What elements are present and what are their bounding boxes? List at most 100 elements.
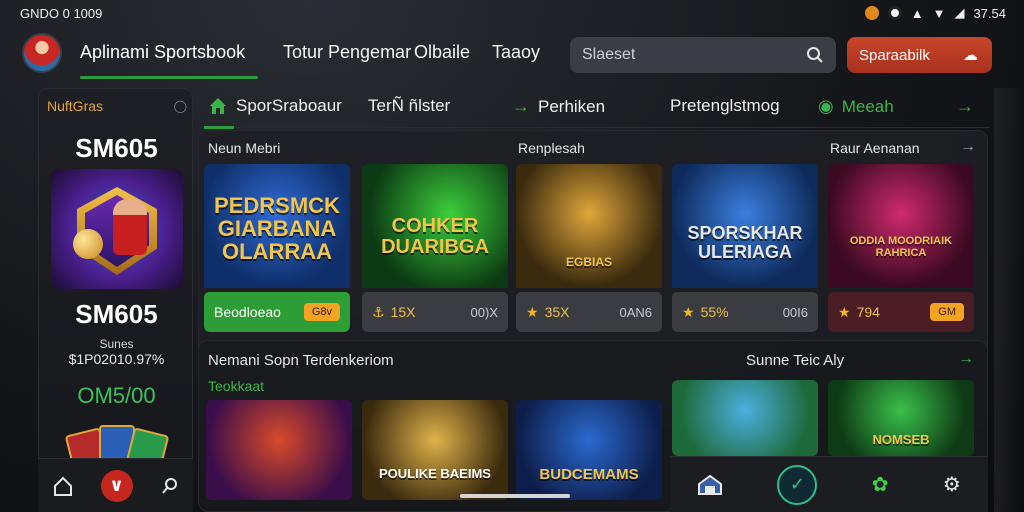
promo-button-label: Sparaabilk [859,46,930,64]
tab-pretenglstmog[interactable]: Pretenglstmog [670,96,780,116]
tab-meeah[interactable]: ◉ Meeah [818,96,894,117]
favorite-button[interactable]: ∨ [100,469,133,502]
tab-perhiken[interactable]: → Perhiken [512,96,605,117]
search-icon[interactable] [806,46,824,64]
status-time: 37.54 [973,5,1006,21]
search-box [570,37,836,73]
tab-bar: SporSraboaur TerÑ ñlster → Perhiken Pret… [198,88,990,129]
top-nav-bar: Aplinami Sportsbook Totur Pengemar Olbai… [0,28,1024,82]
tab-label: Perhiken [538,96,606,116]
game-card-title: NOMSEB [872,432,930,447]
game-card[interactable]: NOMSEB [828,380,974,456]
game-card-pct: 00I6 [782,304,808,320]
status-icons: ▲ ▼ ◢ 37.54 [864,5,1006,21]
tab-label: Pretenglstmog [670,96,780,115]
secondary-nav: ✓ ✿ ⚙ [670,456,988,512]
game-card-pct: 0AN6 [619,304,652,320]
game-card-footer: ★ 35X 0AN6 [516,292,662,332]
toggle-icon[interactable]: ◯ [174,99,187,113]
tab-filter[interactable]: TerÑ ñlster [368,96,450,116]
tab-active-indicator [204,126,234,129]
tab-label: Meeah [841,96,894,116]
game-card[interactable]: EGBIAS ★ 35X 0AN6 [516,164,662,332]
sidebar-hero-image[interactable] [51,169,183,289]
cloud-icon: ☁ [963,47,978,64]
game-card-title: COHKER DUARIBGA [381,215,489,258]
game-card[interactable]: PEDRSMCK GIARBANA OLARRAA Beodloeao G8v [204,164,350,332]
arrow-right-icon[interactable]: → [960,138,976,156]
game-card-pct: 00)X [470,304,498,320]
section-title: Nemani Sopn Terdenkeriom [208,352,394,369]
stadium-icon[interactable] [697,474,723,496]
verified-icon[interactable]: ✓ [777,464,818,505]
section-title: Sunne Teic Aly [746,352,845,369]
game-card-title: ODDIA MOODRIAIK RAHRICA [849,235,953,259]
nav-item-3[interactable]: Taaoy [492,42,540,63]
star-icon: ★ [682,303,695,320]
sidebar-amount: $1P02010.97% [68,351,165,367]
game-card-footer: ★ 794 GM [828,292,974,332]
arrow-right-icon[interactable]: → [958,350,974,368]
game-card-rate: ★ 794 [838,303,880,321]
nav-item-2[interactable]: Olbaile [414,42,470,63]
game-card[interactable] [206,400,352,500]
game-card-footer: ⚓ 15X 00)X [362,292,508,332]
tab-label: SporSraboaur [236,96,342,115]
game-card-title: BUDCEMAMS [539,466,639,483]
promo-button[interactable]: Sparaabilk ☁ [847,37,992,73]
home-icon [210,98,226,114]
gear-icon[interactable]: ⚙ [943,472,961,497]
game-card-title: SPORSKHAR ULERIAGA [687,223,803,262]
game-card[interactable]: BUDCEMAMS [516,400,662,500]
sidebar: NuftGras ◯ SM605 SM605 Sunes $1P02010.97… [38,88,193,512]
game-card-art [516,164,662,288]
game-card[interactable]: ODDIA MOODRIAIK RAHRICA ★ 794 GM [828,164,974,332]
search-icon[interactable] [160,476,180,496]
game-card-footer: ★ 55% 00I6 [672,292,818,332]
game-card-footer: Beodloeao G8v [204,292,350,332]
game-card-art [828,164,974,288]
arrow-right-icon[interactable]: → [956,96,974,117]
avatar[interactable] [22,33,62,73]
camera-icon [887,6,902,20]
game-card-rate: ★ 35X [526,303,570,321]
game-card-title: POULIKE BAEIMS [379,466,491,481]
game-card-pill[interactable]: G8v [303,303,340,321]
sidebar-header-label: NuftGras [47,98,104,114]
shield-icon: ▲ [910,5,924,21]
section-title: Neun Mebri [208,140,281,156]
search-input[interactable] [582,46,782,64]
game-card[interactable] [672,380,818,456]
arrow-right-icon: → [512,96,530,116]
home-icon[interactable] [52,475,74,497]
chevron-down-icon: ∨ [109,475,124,495]
game-card-pill[interactable]: GM [930,303,964,321]
nav-item-1[interactable]: Totur Pengemar [283,42,411,63]
nav-active-indicator [80,76,258,79]
sidebar-header[interactable]: NuftGras ◯ [47,98,187,114]
game-card[interactable]: POULIKE BAEIMS [362,400,508,500]
tab-sportsbook[interactable]: SporSraboaur [208,96,342,116]
sidebar-title: SM605 [75,133,158,163]
home-indicator[interactable] [460,494,570,498]
nav-brand[interactable]: Aplinami Sportsbook [80,42,245,63]
game-card[interactable]: SPORSKHAR ULERIAGA ★ 55% 00I6 [672,164,818,332]
sidebar-green-value: OM5/00 [77,383,156,408]
player-figure [113,199,147,255]
status-bar: GNDO 0 1009 ▲ ▼ ◢ 37.54 [0,0,1024,26]
game-card-title: EGBIAS [565,255,612,269]
star-icon: ★ [838,303,851,320]
sidebar-label: Sunes [99,337,134,351]
signal-icon: ◢ [954,5,965,20]
leaf-icon[interactable]: ✿ [872,472,889,497]
main-content: SporSraboaur TerÑ ñlster → Perhiken Pret… [198,88,990,512]
game-card[interactable]: COHKER DUARIBGA ⚓ 15X 00)X [362,164,508,332]
game-card-badge: Beodloeao [214,304,281,320]
target-icon: ◉ [818,96,834,116]
game-card-rate: ⚓ 15X [372,303,416,321]
star-icon: ★ [526,303,539,320]
game-card-title: PEDRSMCK GIARBANA OLARRAA [214,193,340,265]
status-left-text: GNDO 0 1009 [20,5,103,21]
trophy-icon: ⚓ [372,303,385,320]
section-subtitle: Teokkaat [208,378,265,394]
